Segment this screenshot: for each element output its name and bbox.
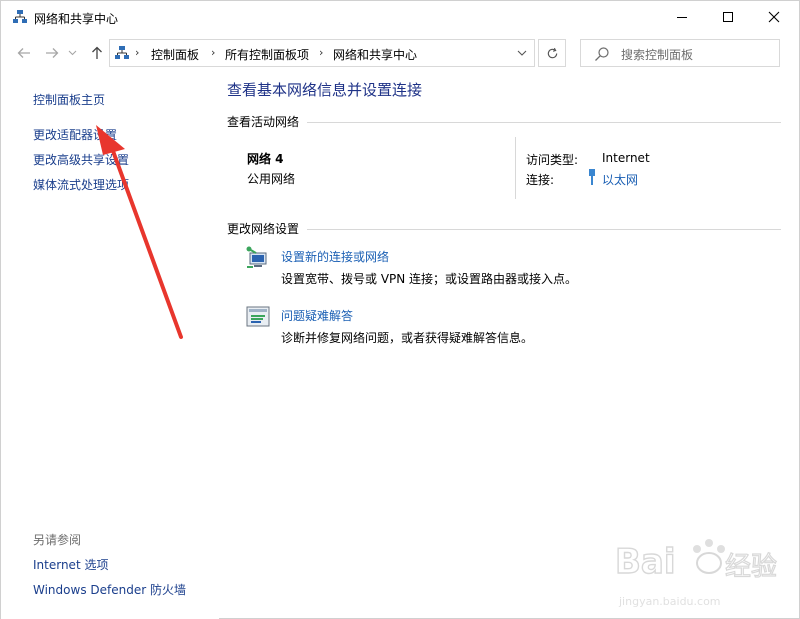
sidebar-item-change-advanced-sharing[interactable]: 更改高级共享设置 <box>33 151 129 168</box>
window-title: 网络和共享中心 <box>34 12 119 26</box>
change-network-settings-heading: 更改网络设置 <box>227 222 300 236</box>
vertical-divider <box>515 137 516 199</box>
control-panel-icon <box>115 46 129 59</box>
maximize-button[interactable] <box>705 1 751 33</box>
network-category[interactable]: 公用网络 <box>247 170 295 187</box>
network-sharing-center-window: 网络和共享中心 › 控制面板 › 所有控制面板项 › 网络和共享中心 搜索控制面… <box>0 0 800 619</box>
chevron-down-icon <box>68 50 76 56</box>
troubleshoot-problems-description: 诊断并修复网络问题，或者获得疑难解答信息。 <box>281 331 534 345</box>
search-input[interactable]: 搜索控制面板 <box>580 39 780 67</box>
refresh-button[interactable] <box>538 39 566 67</box>
active-networks-heading: 查看活动网络 <box>227 115 300 129</box>
breadcrumb-separator-icon[interactable]: › <box>135 46 139 59</box>
see-also-heading: 另请参阅 <box>33 533 82 547</box>
baidu-jingyan-watermark: Bai 经验 jingyan.baidu.com <box>613 529 791 609</box>
search-icon <box>595 47 609 61</box>
forward-button[interactable] <box>41 42 63 64</box>
close-button[interactable] <box>751 1 797 33</box>
address-dropdown-button[interactable] <box>514 45 530 61</box>
arrow-up-icon <box>92 46 102 59</box>
see-also-windows-defender-firewall[interactable]: Windows Defender 防火墙 <box>33 581 186 598</box>
access-type-label: 访问类型: <box>526 153 579 167</box>
setup-new-connection-description: 设置宽带、拨号或 VPN 连接；或设置路由器或接入点。 <box>281 272 578 286</box>
address-bar[interactable]: › 控制面板 › 所有控制面板项 › 网络和共享中心 <box>109 39 535 67</box>
watermark-url: jingyan.baidu.com <box>619 595 721 608</box>
svg-text:经验: 经验 <box>725 552 777 582</box>
section-divider <box>307 229 781 230</box>
troubleshoot-problems-link[interactable]: 问题疑难解答 <box>281 307 353 324</box>
breadcrumb-separator-icon[interactable]: › <box>319 46 323 59</box>
arrow-left-icon <box>17 48 30 58</box>
connections-label: 连接: <box>526 173 555 187</box>
section-divider <box>307 122 781 123</box>
page-title: 查看基本网络信息并设置连接 <box>227 81 423 99</box>
title-bar: 网络和共享中心 <box>1 1 799 33</box>
sidebar-item-media-streaming[interactable]: 媒体流式处理选项 <box>33 176 129 193</box>
sidebar: 控制面板主页 更改适配器设置 更改高级共享设置 媒体流式处理选项 另请参阅 In… <box>1 71 219 619</box>
up-button[interactable] <box>86 42 108 64</box>
breadcrumb-control-panel[interactable]: 控制面板 <box>151 46 199 63</box>
troubleshoot-icon <box>246 306 270 327</box>
network-name: 网络 4 <box>247 152 284 166</box>
recent-locations-button[interactable] <box>65 42 79 64</box>
breadcrumb-all-items[interactable]: 所有控制面板项 <box>225 46 309 63</box>
see-also-internet-options[interactable]: Internet 选项 <box>33 556 108 573</box>
sidebar-item-change-adapter-settings[interactable]: 更改适配器设置 <box>33 126 117 143</box>
minimize-button[interactable] <box>659 1 705 33</box>
svg-text:Bai: Bai <box>615 542 676 582</box>
arrow-right-icon <box>46 48 59 58</box>
setup-new-connection-link[interactable]: 设置新的连接或网络 <box>281 248 389 265</box>
back-button[interactable] <box>13 42 35 64</box>
chevron-down-icon <box>517 50 527 56</box>
search-placeholder: 搜索控制面板 <box>621 48 694 62</box>
refresh-icon <box>547 47 557 58</box>
ethernet-connection-link[interactable]: 以太网 <box>602 171 638 188</box>
new-connection-icon <box>246 246 267 268</box>
close-icon <box>768 11 780 23</box>
maximize-icon <box>723 12 733 22</box>
network-center-icon <box>13 10 27 23</box>
access-type-value: Internet <box>602 151 650 165</box>
breadcrumb-network-center[interactable]: 网络和共享中心 <box>333 46 417 63</box>
sidebar-item-control-panel-home[interactable]: 控制面板主页 <box>33 91 105 108</box>
ethernet-icon <box>589 169 595 185</box>
breadcrumb-separator-icon[interactable]: › <box>211 46 215 59</box>
baidu-watermark-logo: Bai 经验 <box>614 539 778 583</box>
minimize-icon <box>677 16 687 18</box>
